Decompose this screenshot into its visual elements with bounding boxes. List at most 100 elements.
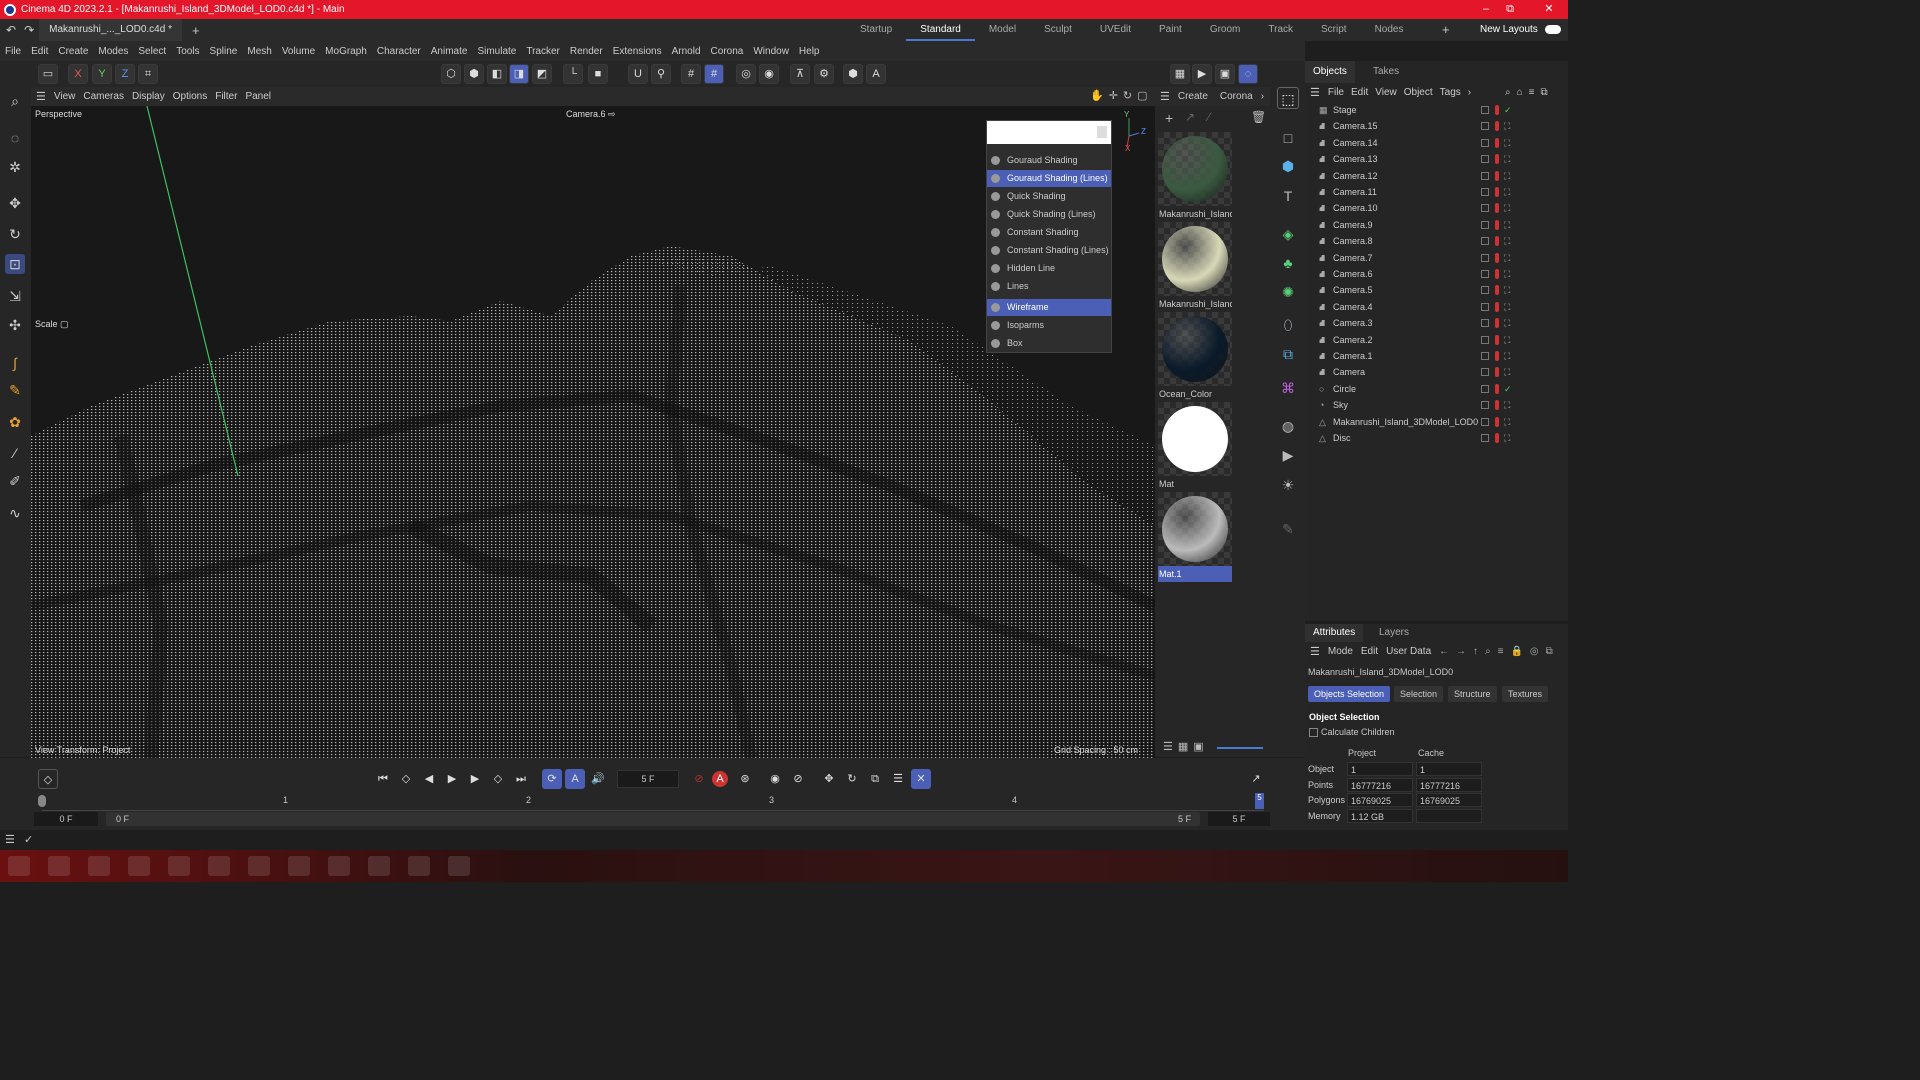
object-row[interactable]: ⛘ Camera.4 ⛶	[1305, 299, 1568, 315]
layout-tab-nodes[interactable]: Nodes	[1361, 19, 1418, 41]
list-view-icon[interactable]: ☰	[1163, 740, 1173, 753]
position-key-icon[interactable]: ◉	[765, 769, 785, 789]
menu-file[interactable]: File	[0, 46, 26, 57]
menu-arnold[interactable]: Arnold	[667, 46, 706, 57]
menu-select[interactable]: Select	[133, 46, 171, 57]
render-visibility-icon[interactable]	[1495, 318, 1499, 329]
camera-icon[interactable]: ▭	[38, 64, 58, 84]
display-option-wireframe[interactable]: Wireframe	[987, 299, 1111, 316]
object-tag-icon[interactable]: ⛶	[1504, 200, 1510, 216]
render-visibility-icon[interactable]	[1495, 285, 1499, 296]
taskbar-app-icon[interactable]	[208, 856, 230, 876]
material-item[interactable]: Ocean_Color	[1158, 312, 1232, 402]
object-tag-icon[interactable]: ⛶	[1504, 168, 1510, 184]
transfer-tool-icon[interactable]: ⇲	[5, 286, 25, 306]
object-tag-icon[interactable]: ✓	[1504, 381, 1512, 397]
object-menu-view[interactable]: View	[1375, 87, 1404, 98]
render-visibility-icon[interactable]	[1495, 301, 1499, 312]
filter-attr-icon[interactable]: ≡	[1498, 646, 1504, 657]
playhead[interactable]: 5	[1255, 793, 1264, 809]
render-visibility-icon[interactable]	[1495, 416, 1499, 427]
visibility-checkbox[interactable]	[1481, 253, 1489, 262]
menu-volume[interactable]: Volume	[277, 46, 320, 57]
attribute-subtab-objects-selection[interactable]: Objects Selection	[1308, 686, 1391, 702]
menu-window[interactable]: Window	[748, 46, 794, 57]
keyframe-icon[interactable]: ◇	[38, 769, 58, 789]
object-row[interactable]: ⛘ Camera.11 ⛶	[1305, 184, 1568, 200]
next-key-icon[interactable]: ◇	[488, 769, 508, 789]
taskbar-app-icon[interactable]	[128, 856, 150, 876]
tab-attributes[interactable]: Attributes	[1305, 624, 1364, 642]
timeline-ruler[interactable]: 1 2 3 4 5	[38, 793, 1264, 811]
lock-z-button[interactable]: Z	[115, 64, 135, 84]
render-visibility-icon[interactable]	[1495, 137, 1499, 148]
object-menu-icon[interactable]: ☰	[1310, 86, 1320, 99]
lock-x-button[interactable]: X	[68, 64, 88, 84]
cube-icon[interactable]: ⬢	[1277, 155, 1299, 177]
object-row[interactable]: ⛘ Camera.13 ⛶	[1305, 151, 1568, 167]
model-mode-icon[interactable]: ◨	[509, 64, 529, 84]
object-tag-icon[interactable]: ⛶	[1504, 184, 1510, 200]
render-visibility-icon[interactable]	[1495, 121, 1499, 132]
spline-bool-icon[interactable]: ✿	[5, 412, 25, 432]
visibility-checkbox[interactable]	[1481, 319, 1489, 328]
pan-icon[interactable]: ✋	[1090, 89, 1104, 102]
taskbar-app-icon[interactable]	[88, 856, 110, 876]
viewport-menu-icon[interactable]: ☰	[36, 90, 46, 103]
status-check-icon[interactable]: ✓	[24, 833, 33, 846]
render-visibility-icon[interactable]	[1495, 252, 1499, 263]
visibility-checkbox[interactable]	[1481, 270, 1489, 278]
end-frame-field[interactable]: 5 F	[1208, 812, 1270, 826]
layout-tab-standard[interactable]: Standard	[906, 19, 975, 41]
document-tab[interactable]: Makanrushi_..._LOD0.c4d *	[39, 19, 182, 41]
object-menu-file[interactable]: File	[1328, 87, 1351, 98]
tab-layers[interactable]: Layers	[1371, 624, 1417, 642]
menu-extensions[interactable]: Extensions	[608, 46, 667, 57]
object-tag-icon[interactable]: ⛶	[1504, 266, 1510, 282]
object-row[interactable]: ⛘ Camera.15 ⛶	[1305, 118, 1568, 134]
visibility-checkbox[interactable]	[1481, 384, 1489, 393]
param-key-icon[interactable]: ↻	[842, 769, 862, 789]
menu-edit[interactable]: Edit	[26, 46, 53, 57]
new-layouts-toggle[interactable]	[1545, 25, 1561, 34]
arnold-icon[interactable]: A	[866, 64, 886, 84]
add-material-icon[interactable]: +	[1165, 110, 1173, 126]
viewport-menu-cameras[interactable]: Cameras	[83, 91, 132, 102]
scale-tool-icon[interactable]: ⊡	[5, 254, 25, 274]
field-icon[interactable]: ⬯	[1277, 314, 1299, 336]
magnet-icon[interactable]: U	[628, 64, 648, 84]
layout-tab-groom[interactable]: Groom	[1196, 19, 1255, 41]
material-size-slider[interactable]	[1217, 747, 1263, 749]
edges-mode-icon[interactable]: ⬢	[464, 64, 484, 84]
render-visibility-icon[interactable]	[1495, 187, 1499, 197]
material-menu-corona[interactable]: Corona	[1220, 91, 1253, 102]
object-row[interactable]: ⛘ Camera.10 ⛶	[1305, 200, 1568, 216]
axis-mode-icon[interactable]: └	[563, 64, 583, 84]
object-tag-icon[interactable]: ✓	[1504, 102, 1512, 118]
symmetry-icon[interactable]: ⊼	[790, 64, 810, 84]
object-menu-chevron-icon[interactable]: ›	[1468, 87, 1471, 98]
object-row[interactable]: ⛘ Camera.6 ⛶	[1305, 266, 1568, 282]
object-menu-tags[interactable]: Tags	[1440, 87, 1468, 98]
coordinate-system-icon[interactable]: ⌗	[138, 64, 158, 84]
display-option-lines[interactable]: Lines	[987, 278, 1111, 295]
new-window-attr-icon[interactable]: ⧉	[1546, 646, 1553, 657]
render-visibility-icon[interactable]	[1495, 351, 1499, 361]
undo-icon[interactable]: ↶	[6, 23, 16, 37]
current-frame-field[interactable]: 5 F	[617, 770, 679, 788]
visibility-checkbox[interactable]	[1481, 368, 1489, 377]
render-visibility-icon[interactable]	[1495, 203, 1499, 214]
taskbar-app-icon[interactable]	[248, 856, 270, 876]
lock-y-button[interactable]: Y	[92, 64, 112, 84]
loop-icon[interactable]: ⟳	[542, 769, 562, 789]
camera-create-icon[interactable]: ▶	[1277, 444, 1299, 466]
visibility-checkbox[interactable]	[1481, 204, 1489, 213]
visibility-checkbox[interactable]	[1481, 352, 1489, 360]
rotation-key-icon[interactable]: ⊘	[788, 769, 808, 789]
play-icon[interactable]: ▶	[442, 769, 462, 789]
display-option-isoparms[interactable]: Isoparms	[987, 317, 1111, 334]
pen-material-icon[interactable]: ⁄	[1208, 110, 1210, 124]
redo-icon[interactable]: ↷	[24, 23, 34, 37]
display-option-quick-shading[interactable]: Quick Shading	[987, 188, 1111, 205]
texture-mode-icon[interactable]: ■	[588, 64, 608, 84]
